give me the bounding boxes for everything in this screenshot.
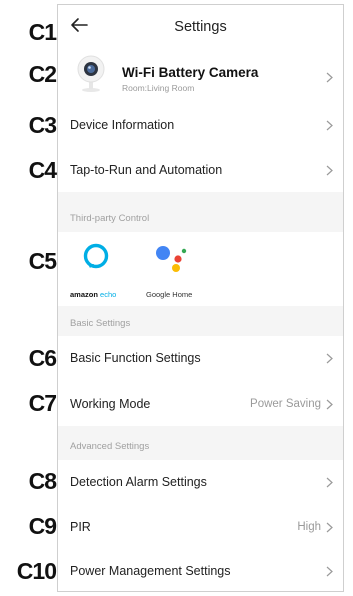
camera-icon [77,55,105,92]
home-label: Home [172,290,193,299]
chevron-right-icon [326,522,333,533]
working-mode-row[interactable]: Working Mode Power Saving [58,382,343,426]
pir-label: PIR [70,520,91,534]
callout-c4: C4 [28,157,57,183]
google-label: Google [146,290,171,299]
settings-screen: Settings Wi-Fi Battery Camera Room:Livin… [57,4,344,592]
amazon-label: amazon [70,290,98,299]
device-row[interactable]: Wi-Fi Battery Camera Room:Living Room [58,47,343,107]
alexa-icon [83,243,109,269]
chevron-right-icon [326,477,333,488]
echo-label: echo [100,290,117,299]
tap-to-run-label: Tap-to-Run and Automation [70,163,223,177]
pir-row[interactable]: PIR High [58,505,343,549]
power-management-settings-row[interactable]: Power Management Settings [58,549,343,593]
callout-c1: C1 [28,19,57,45]
section-advanced: Advanced Settings [58,426,343,460]
power-management-settings-label: Power Management Settings [70,564,231,578]
chevron-right-icon [326,165,333,176]
pir-value: High [297,521,321,533]
callout-c10: C10 [16,558,57,584]
section-label: Basic Settings [70,318,131,329]
tap-to-run-row[interactable]: Tap-to-Run and Automation [58,148,343,192]
page-title: Settings [174,19,227,35]
detection-alarm-settings-row[interactable]: Detection Alarm Settings [58,460,343,504]
device-information-row[interactable]: Device Information [58,103,343,147]
amazon-echo-button[interactable]: amazon echo [70,240,130,300]
basic-function-settings-label: Basic Function Settings [70,351,201,365]
callout-c5: C5 [28,248,57,274]
header: Settings [58,5,343,45]
chevron-right-icon [326,72,333,83]
section-label: Advanced Settings [70,441,150,452]
google-home-button[interactable]: Google Home [144,240,208,300]
callout-c8: C8 [28,468,57,494]
working-mode-label: Working Mode [70,397,151,411]
callout-c3: C3 [28,112,57,138]
chevron-right-icon [326,353,333,364]
chevron-right-icon [326,399,333,410]
section-label: Third-party Control [70,213,150,224]
third-party-control: amazon echo Google Home [58,232,343,306]
section-third-party: Third-party Control [58,192,343,232]
device-room: Room:Living Room [122,83,195,93]
callout-c9: C9 [28,513,57,539]
device-information-label: Device Information [70,118,175,132]
basic-function-settings-row[interactable]: Basic Function Settings [58,336,343,380]
callout-c2: C2 [28,61,57,87]
chevron-right-icon [326,566,333,577]
device-name: Wi-Fi Battery Camera [122,65,259,80]
callout-c6: C6 [28,345,57,371]
chevron-right-icon [326,120,333,131]
detection-alarm-settings-label: Detection Alarm Settings [70,475,207,489]
working-mode-value: Power Saving [250,398,321,410]
callout-c7: C7 [28,390,57,416]
google-assistant-icon [156,246,187,272]
section-basic: Basic Settings [58,306,343,336]
